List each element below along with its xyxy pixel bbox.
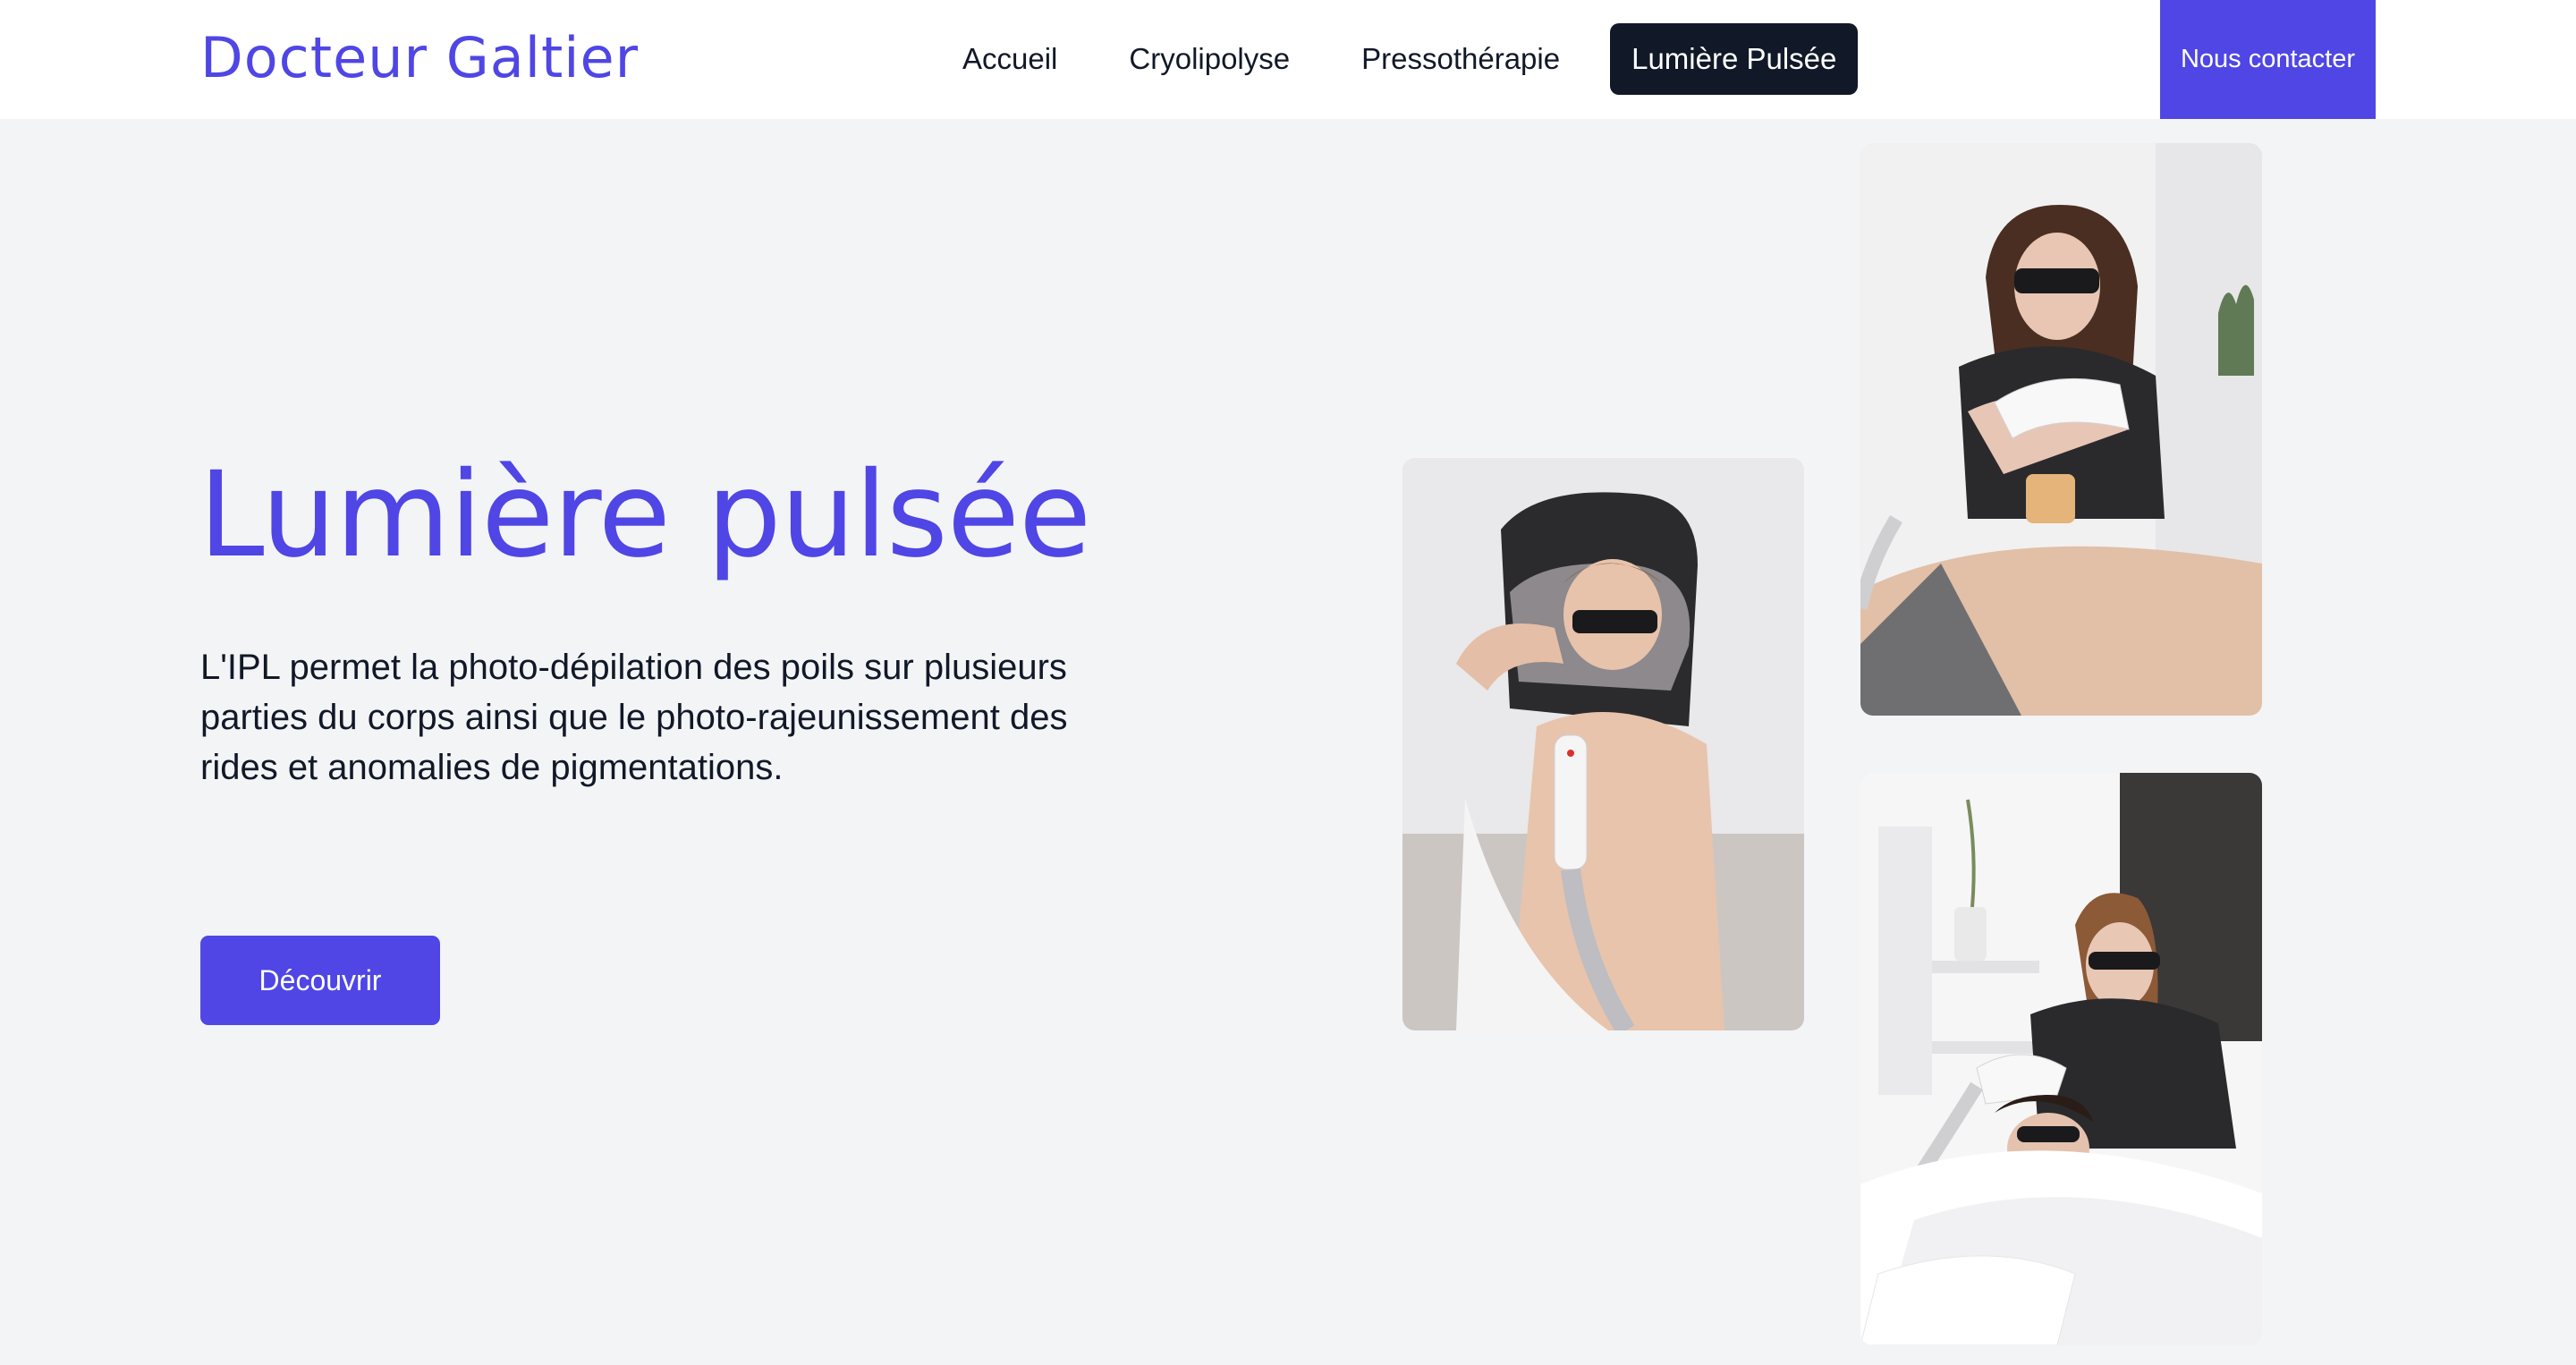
discover-button[interactable]: Découvrir (200, 936, 440, 1025)
nav-item-cryolipolyse[interactable]: Cryolipolyse (1107, 23, 1311, 95)
hero-title: Lumière pulsée (199, 446, 1091, 584)
site-logo[interactable]: Docteur Galtier (200, 21, 639, 95)
hero-photo-man-treatment (1402, 458, 1804, 1030)
site-header: Docteur Galtier Accueil Cryolipolyse Pre… (0, 0, 2576, 119)
nav-item-lumiere-pulsee[interactable]: Lumière Pulsée (1610, 23, 1859, 95)
hero-photo-face-treatment (1860, 773, 2262, 1345)
nav-item-accueil[interactable]: Accueil (941, 23, 1079, 95)
nav-item-pressotherapie[interactable]: Pressothérapie (1340, 23, 1581, 95)
contact-button[interactable]: Nous contacter (2160, 0, 2376, 119)
hero-description: L'IPL permet la photo-dépilation des poi… (200, 648, 1068, 787)
main-nav: Accueil Cryolipolyse Pressothérapie Lumi… (941, 23, 1859, 95)
hero-photo-leg-treatment (1860, 143, 2262, 716)
